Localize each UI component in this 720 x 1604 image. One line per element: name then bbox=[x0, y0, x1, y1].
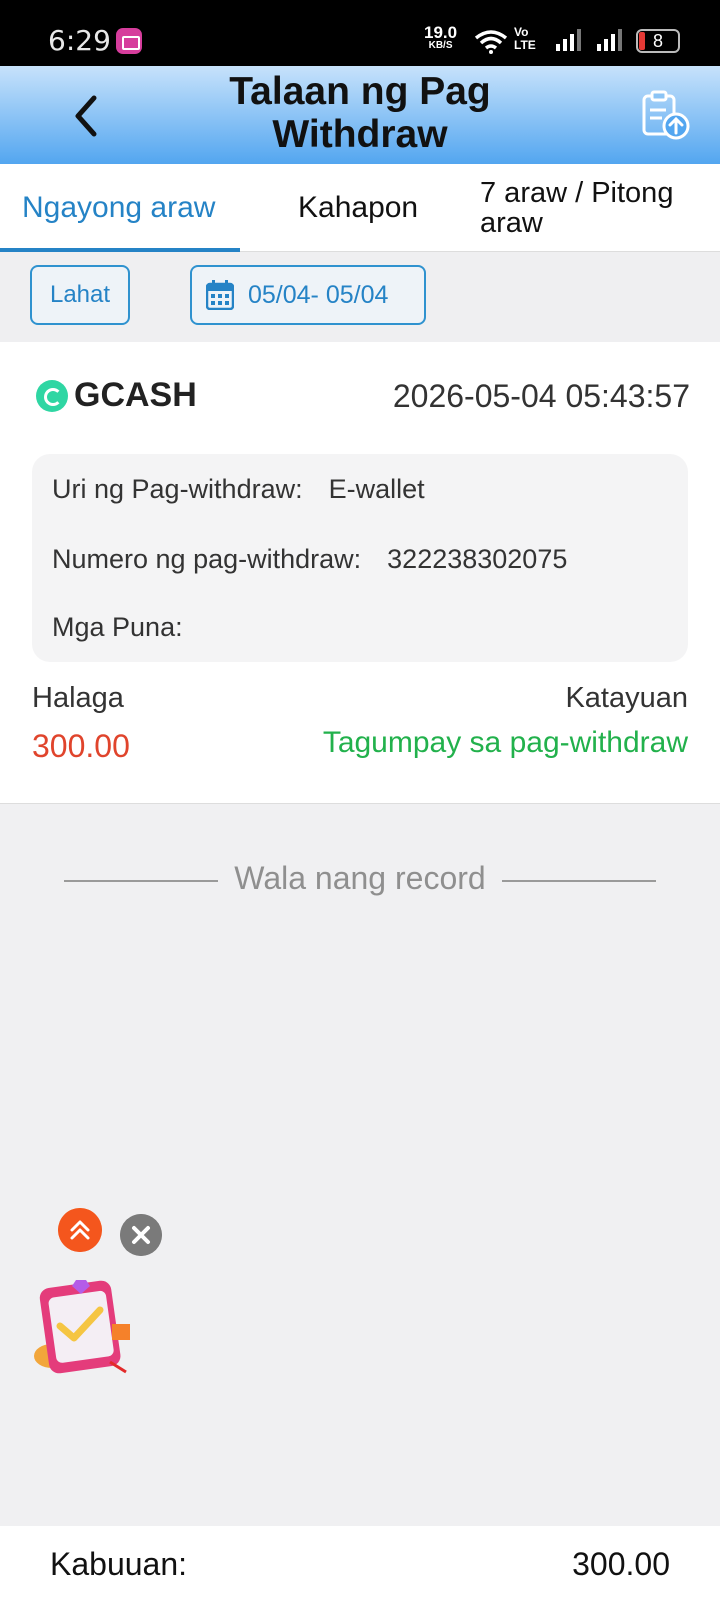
number-value: 322238302075 bbox=[387, 544, 568, 574]
battery-level: 8 bbox=[652, 31, 663, 51]
tab-yesterday[interactable]: Kahapon bbox=[298, 164, 418, 252]
detail-row-type: Uri ng Pag-withdraw: E-wallet bbox=[52, 474, 425, 504]
chevron-left-icon[interactable] bbox=[58, 86, 118, 146]
double-chevron-up-icon[interactable] bbox=[58, 1208, 102, 1252]
tab-today[interactable]: Ngayong araw bbox=[22, 164, 215, 252]
app-notification-icon bbox=[116, 28, 142, 54]
type-label: Uri ng Pag-withdraw bbox=[52, 474, 296, 504]
date-range-value: 05/04- 05/04 bbox=[248, 280, 389, 309]
page-title: Talaan ng Pag Withdraw bbox=[229, 70, 491, 156]
network-speed-unit: KB/S bbox=[428, 40, 453, 51]
status-bar: 6:29 19.0 KB/S Vo LTE 8 bbox=[0, 0, 720, 66]
detail-row-number: Numero ng pag-withdraw: 322238302075 bbox=[52, 544, 568, 574]
total-label: Kabuuan: bbox=[50, 1546, 188, 1582]
task-clipboard-gift-icon[interactable] bbox=[30, 1276, 134, 1380]
tab-seven-days[interactable]: 7 araw / Pitong araw bbox=[480, 164, 710, 252]
amount-label: Halaga bbox=[32, 682, 124, 714]
status-badge: Tagumpay sa pag-withdraw bbox=[322, 726, 688, 759]
wifi-icon bbox=[474, 30, 508, 54]
date-tabs: Ngayong araw Kahapon 7 araw / Pitong ara… bbox=[0, 164, 720, 252]
network-speed: 19.0 KB/S bbox=[424, 24, 457, 51]
volte-icon: Vo LTE bbox=[514, 26, 536, 52]
filter-bar: Lahat 05/04- 05/04 bbox=[0, 252, 720, 342]
amount-value: 300.00 bbox=[32, 728, 130, 764]
battery-icon: 8 bbox=[636, 29, 680, 53]
no-more-records: Wala nang record bbox=[0, 860, 720, 900]
filter-all-label: Lahat bbox=[49, 281, 111, 308]
payment-method-name: GCASH bbox=[74, 376, 197, 414]
payment-method: GCASH bbox=[36, 376, 197, 415]
detail-row-remarks: Mga Puna: bbox=[52, 612, 183, 642]
record-details: Uri ng Pag-withdraw: E-wallet Numero ng … bbox=[32, 454, 688, 662]
volte-top-label: Vo bbox=[514, 25, 529, 39]
record-datetime: 2026-05-04 05:43:57 bbox=[392, 378, 690, 414]
status-label: Katayuan bbox=[565, 682, 688, 714]
calendar-icon bbox=[206, 280, 234, 310]
total-footer: Kabuuan: 300.00 bbox=[0, 1526, 720, 1604]
clipboard-upload-icon[interactable] bbox=[640, 90, 692, 142]
status-time: 6:29 bbox=[48, 24, 111, 57]
number-label: Numero ng pag-withdraw bbox=[52, 544, 354, 574]
app-header: Talaan ng Pag Withdraw bbox=[0, 66, 720, 164]
divider-line bbox=[502, 880, 656, 882]
withdraw-record[interactable]: GCASH 2026-05-04 05:43:57 Uri ng Pag-wit… bbox=[0, 342, 720, 804]
total-value: 300.00 bbox=[572, 1546, 670, 1582]
type-value: E-wallet bbox=[328, 474, 425, 504]
divider-line bbox=[64, 880, 218, 882]
signal-icon bbox=[597, 29, 622, 51]
signal-icon bbox=[556, 29, 581, 51]
filter-all-button[interactable]: Lahat bbox=[30, 265, 130, 325]
date-range-button[interactable]: 05/04- 05/04 bbox=[190, 265, 426, 325]
volte-bottom-label: LTE bbox=[514, 38, 536, 52]
gcash-logo-icon bbox=[36, 379, 68, 412]
no-more-text: Wala nang record bbox=[234, 860, 486, 896]
close-icon[interactable] bbox=[120, 1214, 162, 1256]
remarks-label: Mga Puna bbox=[52, 612, 176, 642]
